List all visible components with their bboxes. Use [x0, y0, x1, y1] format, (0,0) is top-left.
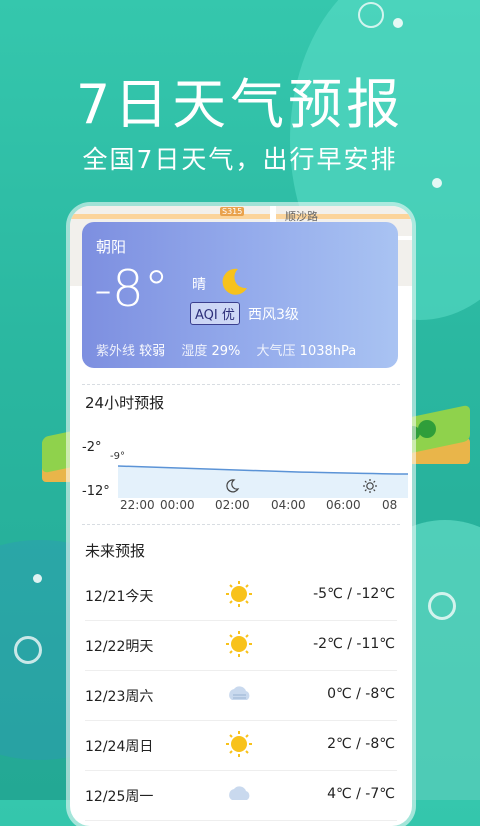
wind-text: 西风3级 — [248, 307, 299, 323]
temperature-range: 0℃ / -8℃ — [327, 686, 395, 702]
dot-decoration — [33, 574, 42, 583]
promo-headline: 7日天气预报 — [75, 73, 405, 136]
hour-label: 04:00 — [271, 498, 306, 512]
hourly-title: 24小时预报 — [85, 394, 165, 412]
weather-stats: 紫外线 较弱 湿度 29% 大气压 1038hPa — [96, 340, 368, 359]
cloud-icon — [229, 686, 250, 700]
forecast-date: 12/23周六 — [85, 689, 154, 705]
condition-text: 晴 — [192, 277, 206, 293]
humidity-value: 29% — [211, 344, 241, 359]
sun-icon — [226, 581, 252, 607]
divider — [82, 384, 400, 385]
forecast-row[interactable]: 12/24周日 2℃ / -8℃ — [85, 720, 397, 771]
temperature-range: -2℃ / -11℃ — [313, 636, 395, 652]
divider — [82, 524, 400, 525]
cloud-icon — [229, 786, 250, 800]
dot-decoration — [393, 18, 403, 28]
pressure-label: 大气压 — [256, 344, 296, 359]
dot-decoration — [432, 178, 442, 188]
forecast-row[interactable]: 12/22明天 -2℃ / -11℃ — [85, 620, 397, 671]
aqi-badge[interactable]: AQI 优 — [190, 302, 240, 325]
hourly-y-low: -12° — [82, 484, 110, 499]
moon-icon — [222, 268, 247, 295]
current-temperature: -8° — [94, 260, 169, 318]
temperature-range: -5℃ / -12℃ — [313, 586, 395, 602]
ring-decoration — [14, 636, 42, 664]
ring-decoration — [358, 2, 384, 28]
forecast-title: 未来预报 — [85, 542, 146, 560]
forecast-date: 12/25周一 — [85, 789, 154, 805]
map-badge: S315 — [220, 207, 245, 216]
temperature-range: 2℃ / -8℃ — [327, 736, 395, 752]
ring-decoration — [428, 592, 456, 620]
forecast-date: 12/24周日 — [85, 739, 154, 755]
hour-label: 08 — [382, 498, 398, 512]
forecast-date: 12/22明天 — [85, 639, 154, 655]
phone-screen: S315 顺沙路 朝阳 -8° 晴 AQI 优 西风3级 紫外线 较弱 湿度 2… — [70, 206, 412, 826]
pressure-value: 1038hPa — [299, 344, 357, 359]
hour-label: 02:00 — [215, 498, 250, 512]
uv-label: 紫外线 — [96, 344, 136, 359]
forecast-date: 12/21今天 — [85, 589, 154, 605]
sun-icon — [226, 631, 252, 657]
hour-label: 06:00 — [326, 498, 361, 512]
current-weather-card[interactable]: 朝阳 -8° 晴 AQI 优 西风3级 紫外线 较弱 湿度 29% 大气压 10… — [82, 222, 398, 368]
forecast-row[interactable]: 12/25周一 4℃ / -7℃ — [85, 770, 397, 821]
sun-icon — [363, 479, 377, 493]
uv-value: 较弱 — [139, 344, 166, 359]
forecast-row[interactable]: 12/21今天 -5℃ / -12℃ — [85, 570, 397, 621]
moon-icon — [226, 479, 240, 493]
hour-label: 00:00 — [160, 498, 195, 512]
city-name: 朝阳 — [96, 238, 127, 256]
promo-subline: 全国7日天气，出行早安排 — [82, 145, 398, 174]
sun-icon — [226, 731, 252, 757]
humidity-label: 湿度 — [181, 344, 208, 359]
hourly-y-high: -2° — [82, 440, 102, 455]
hour-label: 22:00 — [120, 498, 155, 512]
forecast-row[interactable]: 12/23周六 0℃ / -8℃ — [85, 670, 397, 721]
